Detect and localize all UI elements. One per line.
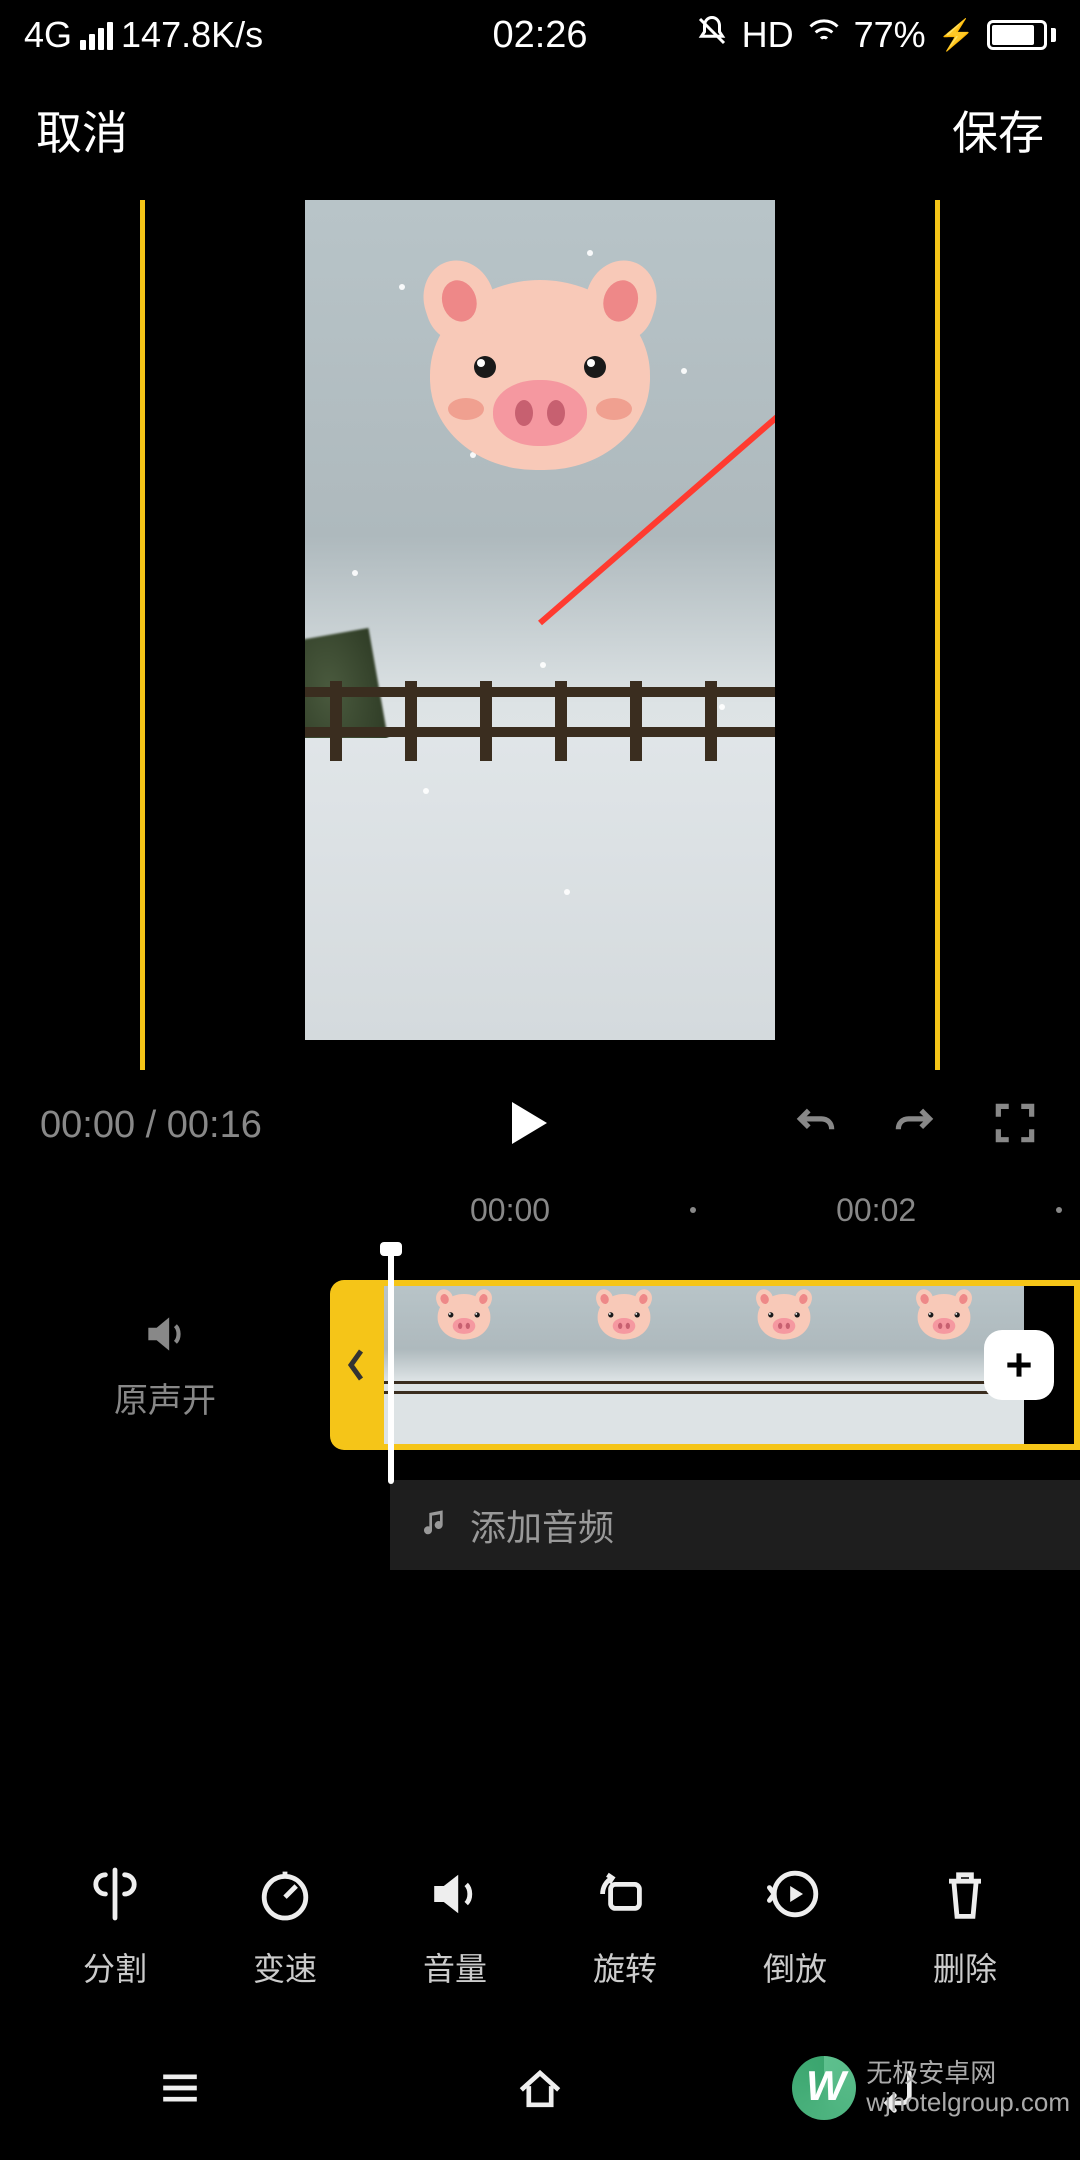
wifi-icon (806, 13, 842, 58)
charging-icon: ⚡ (938, 18, 975, 53)
original-sound-toggle[interactable]: 原声开 (0, 1309, 330, 1422)
video-preview[interactable] (305, 200, 775, 1040)
tool-reverse[interactable]: 倒放 (763, 1862, 827, 1990)
add-audio-row[interactable]: 添加音频 (390, 1480, 1080, 1570)
tool-speed[interactable]: 变速 (253, 1862, 317, 1990)
music-icon (420, 1509, 452, 1541)
playback-bar: 00:00 / 00:16 (0, 1070, 1080, 1180)
add-audio-label: 添加音频 (470, 1499, 614, 1551)
watermark-url: wjhotelgroup.com (866, 2088, 1070, 2117)
cancel-button[interactable]: 取消 (36, 97, 128, 163)
nav-home-icon[interactable] (512, 2060, 568, 2121)
tool-rotate[interactable]: 旋转 (593, 1862, 657, 1990)
preview-area (0, 200, 1080, 1070)
tool-split[interactable]: 分割 (83, 1862, 147, 1990)
clip-handle-left[interactable] (330, 1280, 384, 1450)
playhead[interactable] (388, 1246, 394, 1484)
network-speed: 147.8K/s (121, 14, 263, 56)
battery-percent: 77% (854, 14, 926, 56)
pig-sticker[interactable] (430, 280, 650, 470)
time-current: 00:00 (40, 1104, 135, 1146)
original-sound-label: 原声开 (114, 1373, 216, 1422)
network-type: 4G (24, 14, 72, 56)
tool-volume[interactable]: 音量 (423, 1862, 487, 1990)
dnd-icon (694, 13, 730, 58)
undo-button[interactable] (790, 1098, 840, 1153)
clip-thumbnail[interactable] (384, 1286, 544, 1444)
save-button[interactable]: 保存 (952, 97, 1044, 163)
watermark-title: 无极安卓网 (866, 2059, 1070, 2088)
hd-label: HD (742, 14, 794, 56)
battery-icon (987, 20, 1056, 50)
watermark-logo (792, 2056, 856, 2120)
clock: 02:26 (492, 14, 587, 57)
timeline-ruler[interactable]: 00:00 00:02 (0, 1180, 1080, 1240)
timeline[interactable]: 原声开 16.9s (0, 1270, 1080, 1460)
redo-button[interactable] (890, 1098, 940, 1153)
watermark: 无极安卓网 wjhotelgroup.com (792, 2056, 1070, 2120)
nav-recent-icon[interactable] (152, 2060, 208, 2121)
edit-toolbar: 分割 变速 音量 旋转 倒放 删除 (0, 1862, 1080, 1990)
add-clip-button[interactable] (984, 1330, 1054, 1400)
time-total: 00:16 (167, 1104, 262, 1146)
clip-track[interactable]: 16.9s (384, 1280, 1080, 1450)
time-display: 00:00 / 00:16 (40, 1104, 262, 1147)
status-bar: 4G 147.8K/s 02:26 HD 77% ⚡ (0, 0, 1080, 70)
editor-top-nav: 取消 保存 (0, 70, 1080, 190)
signal-icon (80, 20, 113, 50)
crop-guide-left[interactable] (140, 200, 145, 1070)
tool-delete[interactable]: 删除 (933, 1862, 997, 1990)
fullscreen-button[interactable] (990, 1098, 1040, 1153)
clip-thumbnail[interactable] (704, 1286, 864, 1444)
ruler-tick: 00:00 (470, 1192, 550, 1229)
clip-thumbnail[interactable] (544, 1286, 704, 1444)
crop-guide-right[interactable] (935, 200, 940, 1070)
play-button[interactable] (498, 1095, 554, 1156)
ruler-tick: 00:02 (836, 1192, 916, 1229)
